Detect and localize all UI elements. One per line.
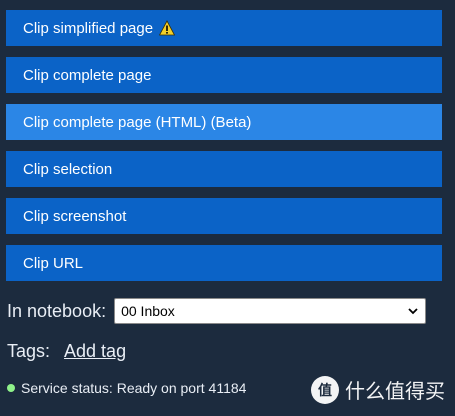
clip-simplified-page-button[interactable]: Clip simplified page <box>6 10 442 46</box>
clip-button-label: Clip screenshot <box>23 207 127 225</box>
clip-complete-page-html-button[interactable]: Clip complete page (HTML) (Beta) <box>6 104 442 140</box>
clip-button-label: Clip simplified page <box>23 19 154 37</box>
clip-url-button[interactable]: Clip URL <box>6 245 442 281</box>
clip-button-label: Clip selection <box>23 160 113 178</box>
clip-button-label: Clip complete page <box>23 66 152 84</box>
status-text: Service status: Ready on port 41184 <box>21 380 247 396</box>
status-dot-icon <box>7 384 15 392</box>
clip-button-label: Clip URL <box>23 254 84 272</box>
service-status: Service status: Ready on port 41184 <box>7 378 246 398</box>
clip-selection-button[interactable]: Clip selection <box>6 151 442 187</box>
clip-button-label: Clip complete page (HTML) (Beta) <box>23 113 252 131</box>
clip-screenshot-button[interactable]: Clip screenshot <box>6 198 442 234</box>
notebook-select[interactable]: 00 Inbox <box>114 298 427 324</box>
watermark: 值 什么值得买 <box>311 375 445 404</box>
add-tag-link[interactable]: Add tag <box>64 341 126 362</box>
warning-icon <box>159 20 176 36</box>
chevron-down-icon <box>408 308 418 315</box>
tags-row: Tags: Add tag <box>7 338 126 364</box>
clip-complete-page-button[interactable]: Clip complete page <box>6 57 442 93</box>
tags-label: Tags: <box>7 340 51 361</box>
notebook-label: In notebook: <box>7 300 107 321</box>
notebook-selected-value: 00 Inbox <box>121 303 175 319</box>
clip-button-list: Clip simplified page Clip complete page … <box>6 10 442 292</box>
watermark-text: 什么值得买 <box>345 381 445 403</box>
watermark-logo: 值 <box>311 375 339 404</box>
notebook-row: In notebook: 00 Inbox <box>7 297 443 325</box>
